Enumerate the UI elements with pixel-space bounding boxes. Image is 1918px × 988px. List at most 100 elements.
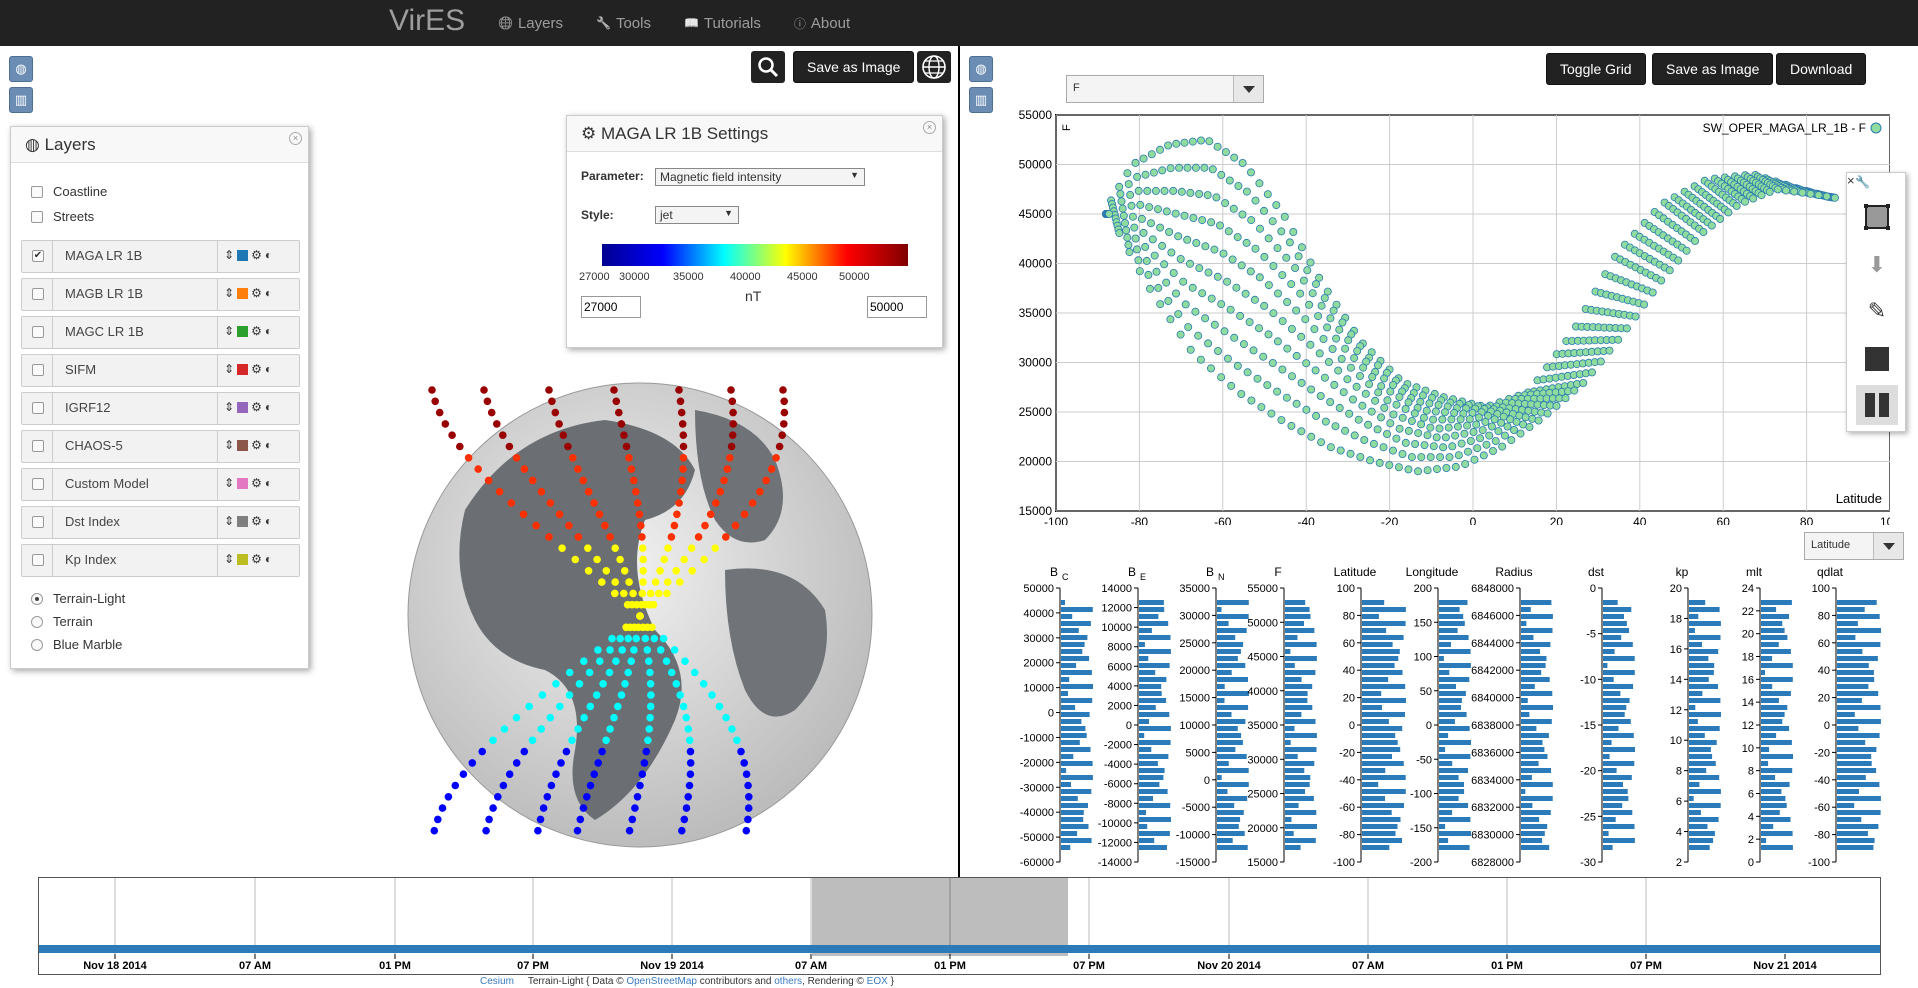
overlay-streets[interactable]: Streets <box>31 204 107 229</box>
gears-icon[interactable]: ⚙ <box>251 438 262 452</box>
layer-checkbox[interactable] <box>32 326 44 338</box>
plot-save-image-button[interactable]: Save as Image <box>1652 53 1774 85</box>
timeline[interactable]: Nov 18 2014 07 AM 01 PM 07 PM Nov 19 2014 07 … <box>38 877 1881 975</box>
base-layer-terrain[interactable]: Terrain <box>31 610 125 633</box>
parameter-select[interactable]: Magnetic field intensity ▼ <box>655 168 865 186</box>
gears-icon[interactable]: ⚙ <box>251 552 262 566</box>
checkbox[interactable] <box>31 185 43 198</box>
nav-layers[interactable]: 🌐 Layers <box>498 15 563 32</box>
radio-button[interactable] <box>31 638 43 651</box>
layer-color-swatch[interactable] <box>237 553 249 565</box>
scatter-plot[interactable]: -100-80-60-40-20020406080100150002000025… <box>990 105 1890 525</box>
single-view-icon[interactable] <box>1856 339 1898 379</box>
gears-icon[interactable]: ⚙ <box>251 476 262 490</box>
layer-checkbox[interactable] <box>32 288 44 300</box>
split-view-icon[interactable] <box>1856 385 1898 425</box>
gears-icon[interactable]: ⚙ <box>251 248 262 262</box>
globe-view-icon[interactable]: ◍ <box>9 56 33 82</box>
globe-view-icon[interactable]: ◍ <box>969 56 993 82</box>
sort-icon[interactable]: ⇕ <box>224 248 234 262</box>
layer-color-swatch[interactable] <box>237 249 249 261</box>
y-axis-select[interactable]: F <box>1066 75 1264 103</box>
layer-color-swatch[interactable] <box>237 325 249 337</box>
box-select-icon[interactable] <box>1856 197 1898 237</box>
sort-icon[interactable]: ⇕ <box>224 362 234 376</box>
sort-icon[interactable]: ⇕ <box>224 476 234 490</box>
opacity-icon[interactable]: ◐ <box>265 552 272 566</box>
nav-tutorials[interactable]: 📖 Tutorials <box>684 15 761 32</box>
histogram-panel[interactable]: B C50000400003000020000100000-10000-20000… <box>990 560 1918 875</box>
layer-checkbox[interactable] <box>32 478 44 490</box>
layer-row-maga-lr-1b[interactable]: ✔ MAGA LR 1B ⇕ ⚙ ◐ <box>21 240 300 273</box>
layer-row-magc-lr-1b[interactable]: MAGC LR 1B ⇕ ⚙ ◐ <box>21 316 300 349</box>
layer-color-swatch[interactable] <box>237 439 249 451</box>
osm-link[interactable]: OpenStreetMap <box>626 976 697 987</box>
base-layer-terrain-light[interactable]: Terrain-Light <box>31 587 125 610</box>
opacity-icon[interactable]: ◐ <box>265 476 272 490</box>
view-splitter[interactable] <box>958 46 960 877</box>
layer-color-swatch[interactable] <box>237 401 249 413</box>
range-min-input[interactable] <box>581 296 641 318</box>
nav-about[interactable]: ⓘ About <box>794 15 850 32</box>
layer-row-custom-model[interactable]: Custom Model ⇕ ⚙ ◐ <box>21 468 300 501</box>
chart-view-icon[interactable]: ▥ <box>9 87 33 113</box>
base-layer-blue-marble[interactable]: Blue Marble <box>31 633 125 656</box>
layer-checkbox[interactable] <box>32 554 44 566</box>
style-select[interactable]: jet ▼ <box>655 206 739 224</box>
close-icon[interactable]: × <box>923 121 936 134</box>
sort-icon[interactable]: ⇕ <box>224 286 234 300</box>
checkbox[interactable] <box>31 210 43 223</box>
layer-row-chaos-5[interactable]: CHAOS-5 ⇕ ⚙ ◐ <box>21 430 300 463</box>
opacity-icon[interactable]: ◐ <box>265 514 272 528</box>
overlay-coastline[interactable]: Coastline <box>31 179 107 204</box>
sort-icon[interactable]: ⇕ <box>224 400 234 414</box>
layer-checkbox[interactable] <box>32 440 44 452</box>
sort-icon[interactable]: ⇕ <box>224 552 234 566</box>
layer-color-swatch[interactable] <box>237 363 249 375</box>
layer-row-dst-index[interactable]: Dst Index ⇕ ⚙ ◐ <box>21 506 300 539</box>
gears-icon[interactable]: ⚙ <box>251 400 262 414</box>
layer-row-igrf12[interactable]: IGRF12 ⇕ ⚙ ◐ <box>21 392 300 425</box>
timeline-canvas[interactable]: Nov 18 2014 07 AM 01 PM 07 PM Nov 19 2014 07 … <box>39 878 1880 974</box>
opacity-icon[interactable]: ◐ <box>265 400 272 414</box>
layer-checkbox[interactable] <box>32 516 44 528</box>
opacity-icon[interactable]: ◐ <box>265 362 272 376</box>
gears-icon[interactable]: ⚙ <box>251 514 262 528</box>
radio-button[interactable] <box>31 592 43 605</box>
opacity-icon[interactable]: ◐ <box>265 248 272 262</box>
opacity-icon[interactable]: ◐ <box>265 438 272 452</box>
opacity-icon[interactable]: ◐ <box>265 324 272 338</box>
layer-row-kp-index[interactable]: Kp Index ⇕ ⚙ ◐ <box>21 544 300 577</box>
projection-globe-icon[interactable] <box>917 51 951 83</box>
layer-checkbox[interactable]: ✔ <box>32 250 44 262</box>
layer-checkbox[interactable] <box>32 364 44 376</box>
download-button[interactable]: Download <box>1776 53 1867 85</box>
x-axis-select[interactable]: Latitude <box>1804 532 1904 560</box>
layer-row-sifm[interactable]: SIFM ⇕ ⚙ ◐ <box>21 354 300 387</box>
range-max-input[interactable] <box>867 296 927 318</box>
layer-row-magb-lr-1b[interactable]: MAGB LR 1B ⇕ ⚙ ◐ <box>21 278 300 311</box>
gears-icon[interactable]: ⚙ <box>251 286 262 300</box>
layer-color-swatch[interactable] <box>237 515 249 527</box>
layer-color-swatch[interactable] <box>237 287 249 299</box>
globe-canvas[interactable] <box>395 370 895 860</box>
sort-icon[interactable]: ⇕ <box>224 514 234 528</box>
globe-save-image-button[interactable]: Save as Image <box>793 51 915 83</box>
brand-logo[interactable]: VirES <box>389 4 465 38</box>
close-icon[interactable]: × <box>289 132 302 145</box>
layer-color-swatch[interactable] <box>237 477 249 489</box>
sort-icon[interactable]: ⇕ <box>224 324 234 338</box>
gears-icon[interactable]: ⚙ <box>251 324 262 338</box>
nav-tools[interactable]: 🔧 Tools <box>596 15 651 32</box>
opacity-icon[interactable]: ◐ <box>265 286 272 300</box>
search-icon[interactable] <box>751 51 785 83</box>
others-link[interactable]: others <box>774 976 802 987</box>
eox-link[interactable]: EOX <box>867 976 888 987</box>
cesium-link[interactable]: Cesium <box>480 976 514 987</box>
gears-icon[interactable]: ⚙ <box>251 362 262 376</box>
download-icon[interactable]: ⬇ <box>1856 245 1898 285</box>
toggle-grid-button[interactable]: Toggle Grid <box>1546 53 1646 85</box>
edit-icon[interactable]: ✎ <box>1856 291 1898 331</box>
sort-icon[interactable]: ⇕ <box>224 438 234 452</box>
layer-checkbox[interactable] <box>32 402 44 414</box>
